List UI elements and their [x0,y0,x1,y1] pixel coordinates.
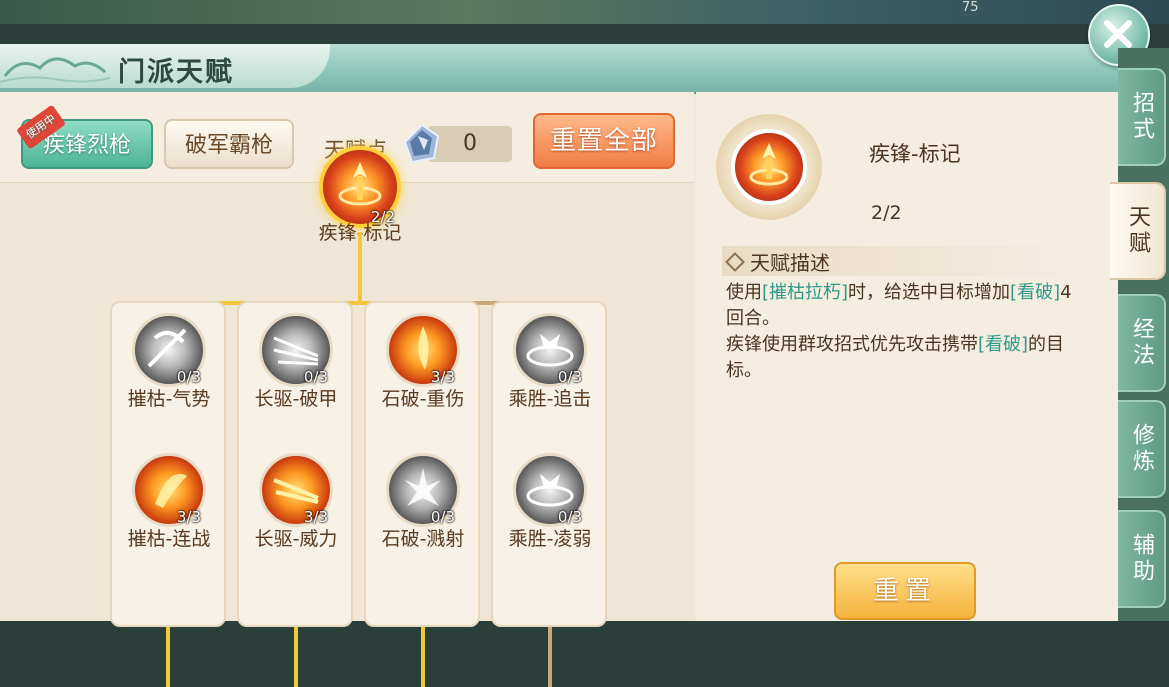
side-tab-fuzhu[interactable]: 辅助 [1118,510,1166,608]
detail-fire-mark-icon [731,129,807,205]
talent-node-chengsheng-zhuiji[interactable]: 0/3 [513,313,587,387]
node-label: 长驱-威力 [254,528,338,550]
side-tab-xiulian[interactable]: 修炼 [1118,400,1166,498]
desc-text: 时，给选中目标增加 [848,282,1011,303]
talent-node-changqu-pojia[interactable]: 0/3 [259,313,333,387]
tree-connector [548,627,552,687]
title-bar: 门派天赋 [0,44,1118,94]
side-tab-tianfu[interactable]: 天赋 [1110,182,1166,280]
tree-connector [294,627,298,687]
page-title: 门派天赋 [118,57,234,88]
node-label: 乘胜-凌弱 [508,528,592,550]
side-tab-bar: 招式 天赋 经法 修炼 辅助 [1110,48,1169,621]
node-label: 摧枯-气势 [127,388,211,410]
talent-node-root[interactable]: 2/2 [319,146,401,228]
desc-highlight: [看破] [978,334,1029,355]
node-label: 长驱-破甲 [254,388,338,410]
tab-label: 破军霸枪 [184,133,273,158]
talent-node-cuiku-lianzhan[interactable]: 3/3 [132,453,206,527]
cloud-ornament-icon [0,57,110,83]
desc-text: 使用 [726,282,762,303]
desc-text: 疾锋使用群攻招式优先攻击携带 [726,334,978,355]
node-label: 石破-重伤 [381,388,465,410]
tab-label: 疾锋烈枪 [42,133,131,158]
tab-pojun-baqiang[interactable]: 破军霸枪 [164,119,294,169]
talent-node-shipo-jianshe[interactable]: 0/3 [386,453,460,527]
description-title: 天赋描述 [750,251,830,275]
talent-node-changqu-weili[interactable]: 3/3 [259,453,333,527]
talent-detail-pane: 疾锋-标记 2/2 天赋描述 使用[摧枯拉朽]时，给选中目标增加[看破]4回合。… [696,92,1118,621]
fire-mark-icon [749,143,789,186]
description-body: 使用[摧枯拉朽]时，给选中目标增加[看破]4回合。 疾锋使用群攻招式优先攻击携带… [726,280,1082,384]
detail-talent-level: 2/2 [871,202,902,224]
tab-jifeng-lieqiang[interactable]: 疾锋烈枪 使用中 [16,104,153,169]
detail-talent-name: 疾锋-标记 [869,142,961,166]
side-tab-jingfa[interactable]: 经法 [1118,294,1166,392]
tree-connector [166,627,170,687]
description-header: 天赋描述 [722,246,1078,276]
game-background-strip: 75 [0,0,1169,24]
talent-node-chengsheng-lingruo[interactable]: 0/3 [513,453,587,527]
talent-node-shipo-zhongshang[interactable]: 3/3 [386,313,460,387]
reset-button[interactable]: 重置 [834,562,976,620]
crystal-icon [403,123,440,164]
talent-tree-area: 疾锋烈枪 使用中 破军霸枪 天赋点 0 重置全部 2/2 疾锋- [0,92,694,687]
reset-all-button[interactable]: 重置全部 [533,113,675,169]
desc-highlight: [摧枯拉朽] [762,282,849,303]
side-tab-zhaoshi[interactable]: 招式 [1118,68,1166,166]
close-icon [1104,20,1132,48]
node-label: 摧枯-连战 [127,528,211,550]
tree-connector [358,232,362,304]
talent-node-cuiku-qishi[interactable]: 0/3 [132,313,206,387]
node-label: 石破-溅射 [381,528,465,550]
tree-connector [421,627,425,687]
node-label: 乘胜-追击 [508,388,592,410]
desc-highlight: [看破] [1010,282,1061,303]
background-number: 75 [962,0,979,15]
diamond-icon [725,252,745,272]
talent-panel: 门派天赋 疾锋烈枪 使用中 破军霸枪 天赋点 0 重置全部 [0,44,1118,687]
